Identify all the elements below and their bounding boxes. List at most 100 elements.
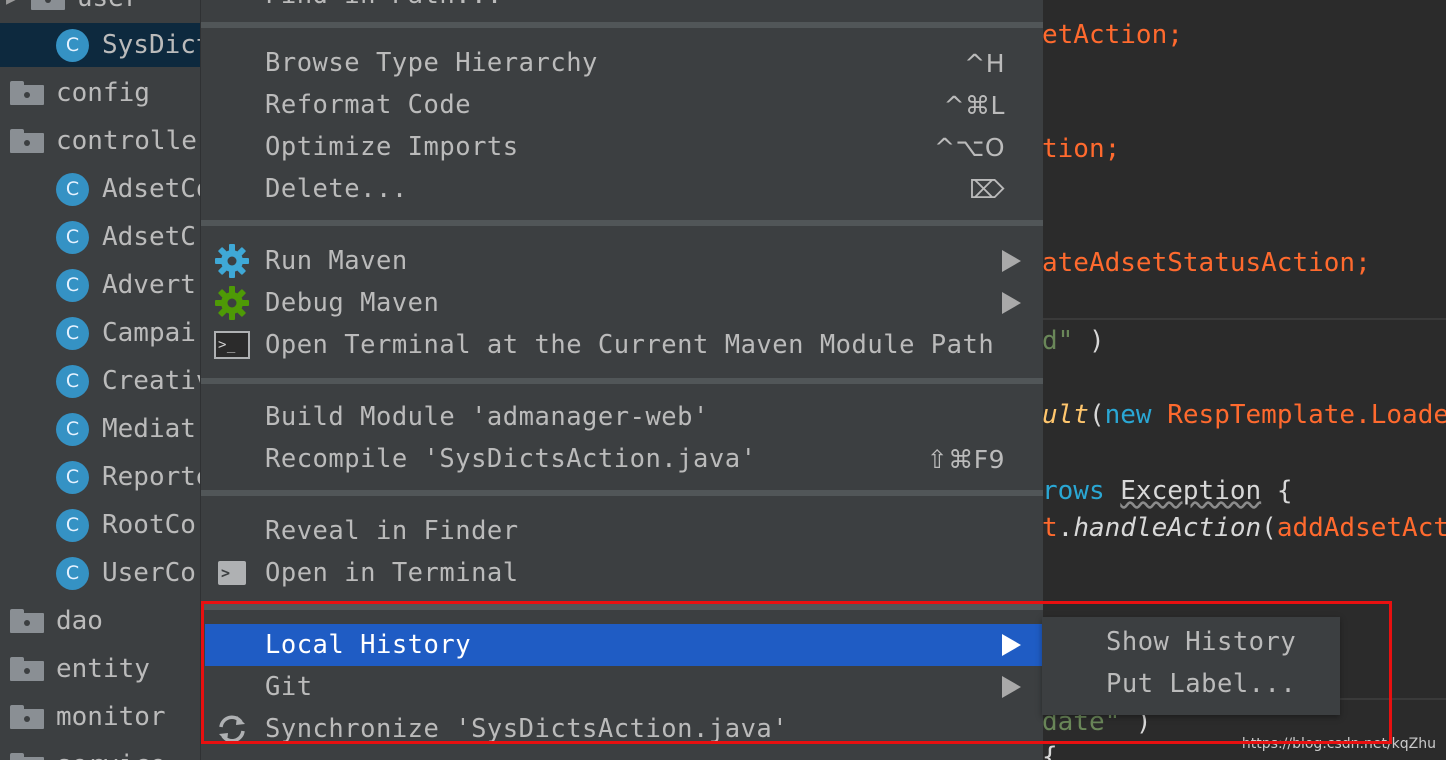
code-line: ult(new RespTemplate.Loade [1042, 400, 1446, 430]
java-class-icon: C [56, 28, 89, 62]
terminal-solid-icon: > [214, 555, 250, 591]
java-class-icon: C [56, 556, 89, 590]
menu-item-label: Optimize Imports [265, 132, 519, 162]
menu-separator [201, 378, 1043, 384]
browse-type-hierarchy-menu-item[interactable]: Browse Type Hierarchy ^H [201, 42, 1043, 84]
menu-item-label: Local History [265, 630, 472, 660]
java-class-icon: C [56, 508, 89, 542]
keyboard-shortcut: ^⌥O [934, 132, 1005, 162]
find-in-path-menu-item[interactable]: Find in Path... [201, 0, 1043, 16]
run-maven-menu-item[interactable]: Run Maven [201, 240, 1043, 282]
folder-icon [10, 753, 44, 760]
tree-item-class[interactable]: C SysDict [0, 23, 205, 67]
tree-item-label: Campai [102, 318, 196, 348]
keyboard-shortcut: ⌦ [969, 174, 1005, 204]
tree-item-class[interactable]: C Creativ [0, 359, 205, 403]
editor-divider [1042, 318, 1446, 320]
keyboard-shortcut: ^H [964, 48, 1005, 78]
put-label-menu-item[interactable]: Put Label... [1106, 669, 1296, 699]
tree-item-label: Creativ [102, 366, 205, 396]
git-menu-item[interactable]: Git [201, 666, 1043, 708]
java-class-icon: C [56, 364, 89, 398]
expand-arrow-icon[interactable]: ▶ [6, 0, 17, 9]
folder-icon [10, 81, 44, 105]
menu-item-label: Find in Path... [265, 0, 503, 10]
open-in-terminal-menu-item[interactable]: > Open in Terminal [201, 552, 1043, 594]
code-token: new [1104, 400, 1168, 430]
code-token: { [1261, 476, 1293, 506]
code-line: tion; [1042, 134, 1120, 164]
java-class-icon: C [56, 220, 89, 254]
folder-icon [10, 705, 44, 729]
code-token: t [1042, 513, 1058, 543]
tree-item-label: service [56, 750, 166, 760]
show-history-menu-item[interactable]: Show History [1106, 627, 1296, 657]
code-token: ( [1261, 513, 1277, 543]
tree-item-label: RootCo [102, 510, 196, 540]
tree-item-class[interactable]: C AdsetC [0, 215, 205, 259]
code-line: { [1042, 742, 1058, 760]
maven-debug-icon [214, 285, 250, 321]
folder-icon [10, 609, 44, 633]
reformat-code-menu-item[interactable]: Reformat Code ^⌘L [201, 84, 1043, 126]
local-history-submenu: Show History Put Label... [1042, 617, 1340, 715]
tree-item-folder[interactable]: dao [0, 599, 205, 643]
menu-item-label: Browse Type Hierarchy [265, 48, 598, 78]
menu-item-label: Recompile 'SysDictsAction.java' [265, 444, 757, 474]
tree-item-label: AdsetC [102, 222, 196, 252]
delete-menu-item[interactable]: Delete... ⌦ [201, 168, 1043, 210]
project-tree: ▶ user C SysDict config controlle C AdsetCo C Ads… [0, 0, 205, 760]
code-token: ; [1355, 248, 1371, 278]
java-class-icon: C [56, 172, 89, 206]
code-token: { [1042, 742, 1058, 760]
tree-item-class[interactable]: C Reporte [0, 455, 205, 499]
context-menu: Find in Path... Browse Type Hierarchy ^H Re… [200, 0, 1043, 760]
open-terminal-at-the-current-maven-module-path-menu-item[interactable]: >_ Open Terminal at the Current Maven Mod… [201, 324, 1043, 366]
reveal-in-finder-menu-item[interactable]: Reveal in Finder [201, 510, 1043, 552]
folder-icon [30, 0, 65, 10]
tree-item-folder[interactable]: ▶ user [0, 0, 205, 20]
synchronize-sysdictsaction-java-menu-item[interactable]: Synchronize 'SysDictsAction.java' [201, 708, 1043, 750]
local-history-menu-item[interactable]: Local History [205, 624, 1043, 666]
optimize-imports-menu-item[interactable]: Optimize Imports ^⌥O [201, 126, 1043, 168]
tree-item-class[interactable]: C RootCo [0, 503, 205, 547]
tree-item-label: user [77, 0, 140, 13]
code-token: addAdsetAct [1276, 513, 1446, 543]
code-token: ( [1088, 400, 1105, 430]
tree-item-class[interactable]: C AdsetCo [0, 167, 205, 211]
maven-run-icon [214, 243, 250, 279]
menu-item-label: Reformat Code [265, 90, 472, 120]
debug-maven-menu-item[interactable]: Debug Maven [201, 282, 1043, 324]
tree-item-label: Mediat [102, 414, 196, 444]
tree-item-label: monitor [56, 702, 166, 732]
code-token: handleAction [1073, 513, 1262, 543]
menu-separator [201, 604, 1043, 610]
tree-item-folder[interactable]: entity [0, 647, 205, 691]
code-line: d" ) [1042, 326, 1105, 356]
tree-item-folder[interactable]: controlle [0, 119, 205, 163]
tree-item-class[interactable]: C Campai [0, 311, 205, 355]
code-line: ateAdsetStatusAction; [1042, 248, 1371, 278]
build-module-admanager-web-menu-item[interactable]: Build Module 'admanager-web' [201, 396, 1043, 438]
code-token: ateAdsetStatusAction [1042, 248, 1356, 278]
tree-item-class[interactable]: C Advert [0, 263, 205, 307]
menu-separator [201, 490, 1043, 496]
tree-item-class[interactable]: C UserCo [0, 551, 205, 595]
java-class-icon: C [56, 460, 89, 494]
code-token: . [1057, 513, 1074, 543]
tree-item-folder[interactable]: service [0, 743, 205, 760]
tree-item-label: Reporte [102, 462, 205, 492]
tree-item-label: UserCo [102, 558, 196, 588]
menu-separator [201, 22, 1043, 28]
tree-item-class[interactable]: C Mediat [0, 407, 205, 451]
tree-item-folder[interactable]: config [0, 71, 205, 115]
recompile-sysdictsaction-java-menu-item[interactable]: Recompile 'SysDictsAction.java' ⇧⌘F9 [201, 438, 1043, 480]
code-token: Exception [1120, 476, 1262, 506]
tree-item-folder[interactable]: monitor [0, 695, 205, 739]
code-token: .Loade [1355, 400, 1446, 430]
java-class-icon: C [56, 412, 89, 446]
tree-item-label: config [56, 78, 150, 108]
code-token: ) [1073, 326, 1105, 356]
tree-item-label: AdsetCo [102, 174, 205, 204]
code-line: etAction; [1042, 20, 1183, 50]
